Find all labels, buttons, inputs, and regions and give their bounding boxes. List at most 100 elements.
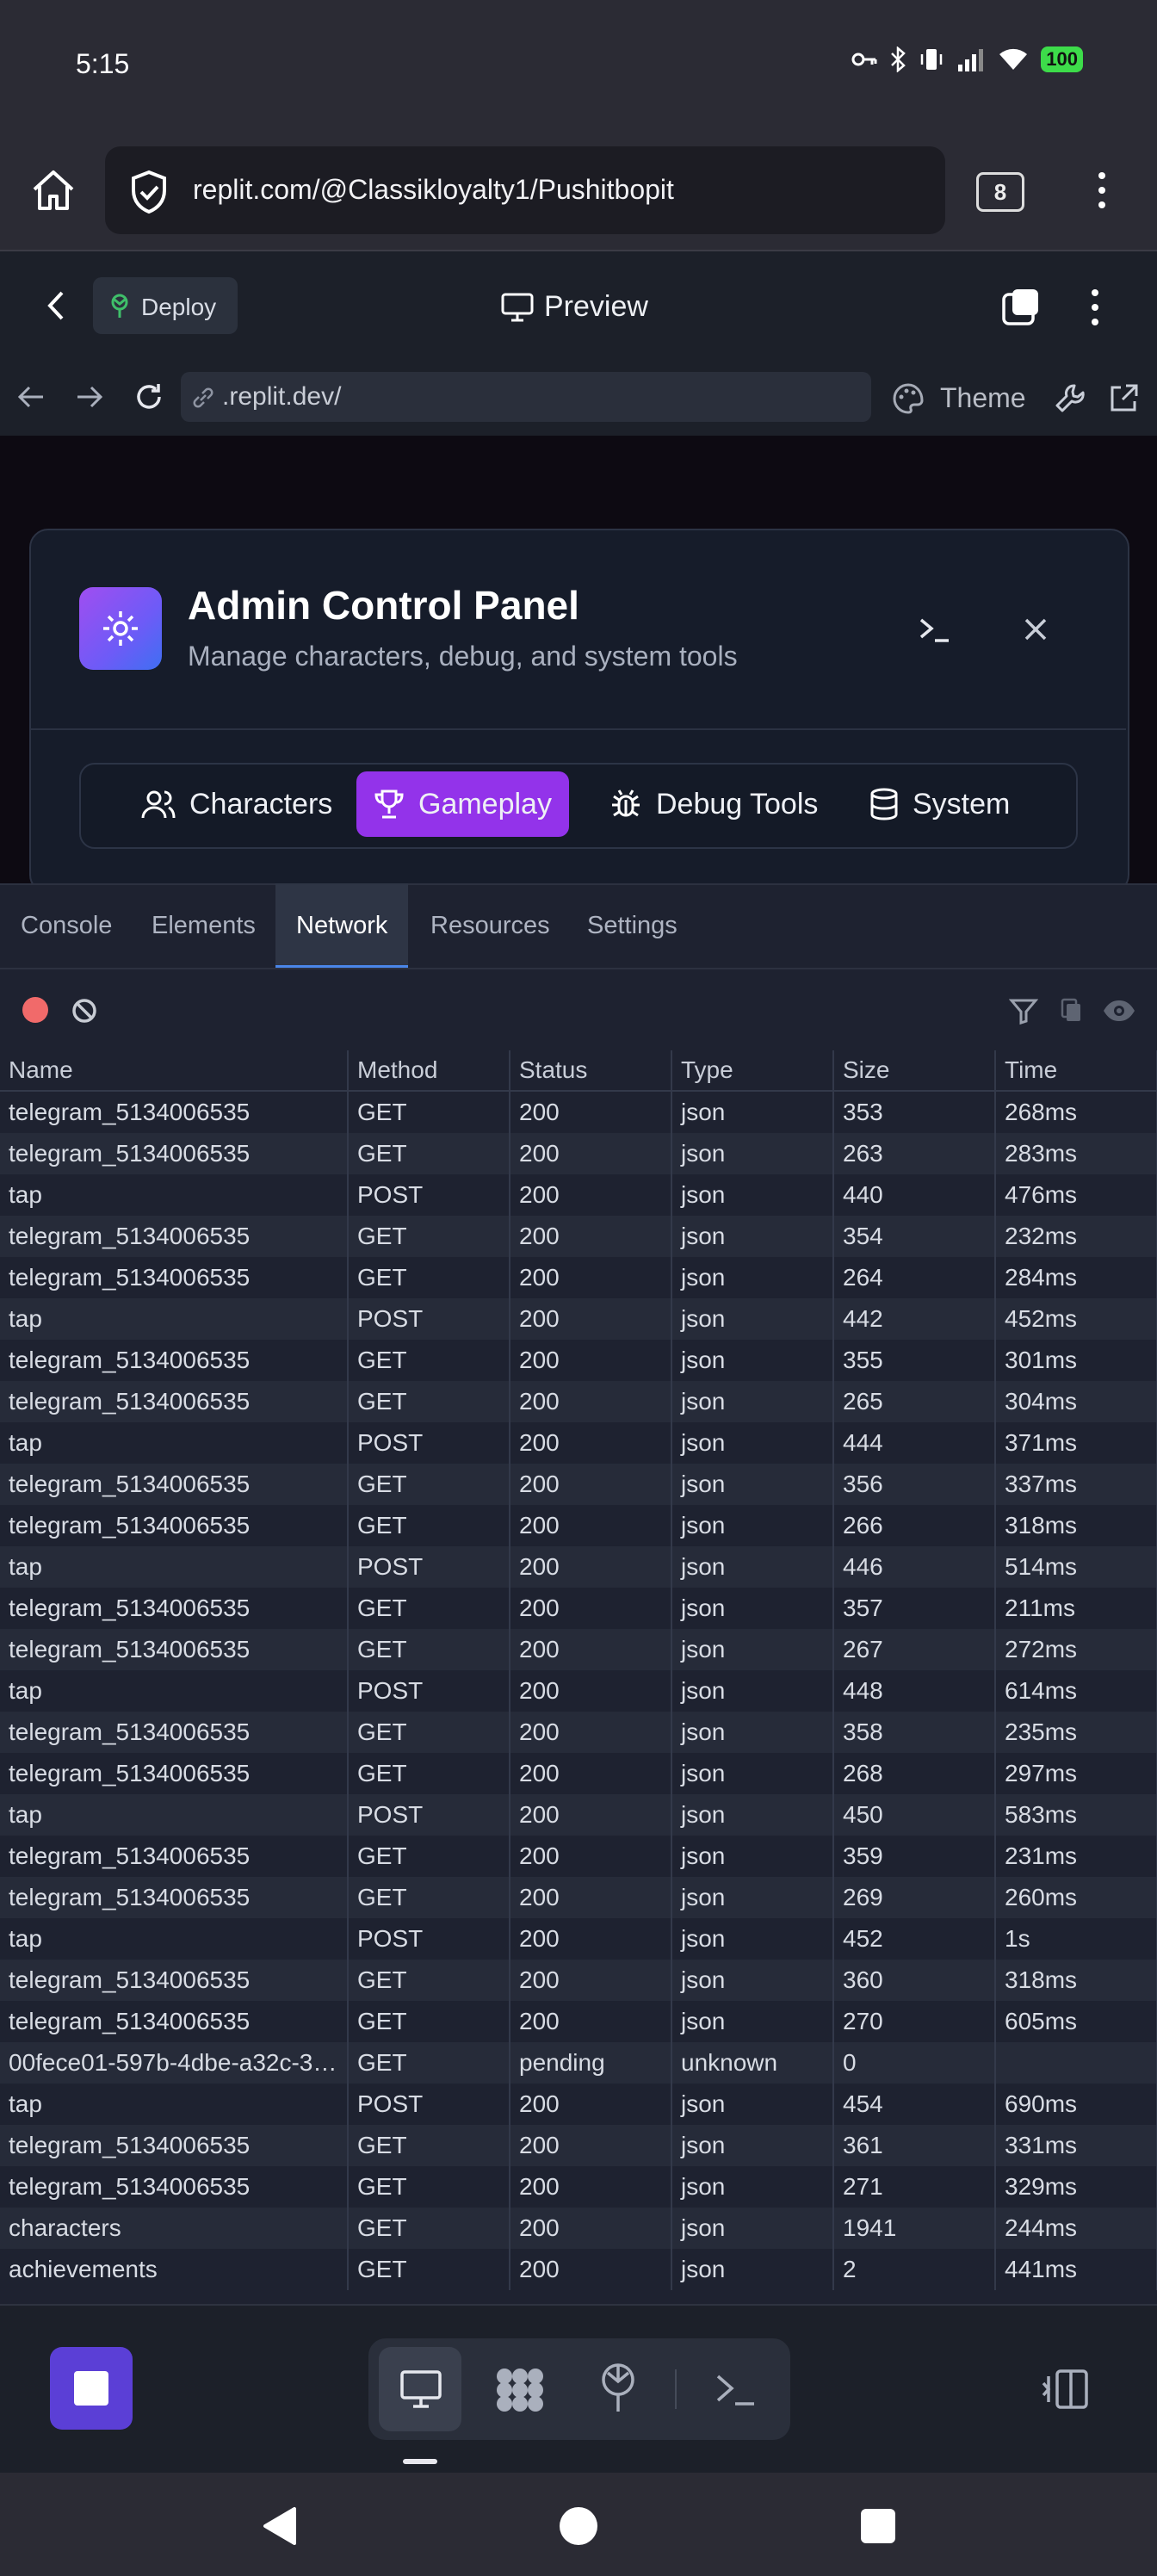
signal-icon bbox=[958, 49, 984, 71]
cell-size: 359 bbox=[833, 1836, 996, 1877]
wrench-icon[interactable] bbox=[1054, 382, 1086, 415]
table-row[interactable]: tap POST 200 json 454 690ms bbox=[0, 2084, 1157, 2125]
cell-method: GET bbox=[348, 2125, 510, 2166]
cell-status: 200 bbox=[510, 1174, 672, 1216]
table-row[interactable]: tap POST 200 json 446 514ms bbox=[0, 1546, 1157, 1588]
cell-method: GET bbox=[348, 1133, 510, 1174]
home-icon[interactable] bbox=[29, 167, 77, 214]
cell-type: json bbox=[671, 1794, 834, 1836]
table-row[interactable]: telegram_5134006535 GET 200 json 361 331ms bbox=[0, 2125, 1157, 2166]
table-row[interactable]: tap POST 200 json 442 452ms bbox=[0, 1298, 1157, 1340]
cell-method: POST bbox=[348, 1670, 510, 1712]
cell-time: 337ms bbox=[995, 1464, 1157, 1505]
replit-menu-icon[interactable] bbox=[1086, 286, 1104, 329]
record-button[interactable] bbox=[22, 997, 48, 1023]
table-row[interactable]: tap POST 200 json 440 476ms bbox=[0, 1174, 1157, 1216]
table-row[interactable]: telegram_5134006535 GET 200 json 267 272ms bbox=[0, 1629, 1157, 1670]
table-row[interactable]: telegram_5134006535 GET 200 json 270 605ms bbox=[0, 2001, 1157, 2042]
column-header-size[interactable]: Size bbox=[833, 1050, 996, 1092]
table-row[interactable]: telegram_5134006535 GET 200 json 357 211ms bbox=[0, 1588, 1157, 1629]
table-row[interactable]: telegram_5134006535 GET 200 json 358 235ms bbox=[0, 1712, 1157, 1753]
table-row[interactable]: tap POST 200 json 448 614ms bbox=[0, 1670, 1157, 1712]
cell-size: 266 bbox=[833, 1505, 996, 1546]
window-switch-icon[interactable] bbox=[1000, 286, 1043, 329]
table-row[interactable]: telegram_5134006535 GET 200 json 360 318ms bbox=[0, 1960, 1157, 2001]
table-row[interactable]: telegram_5134006535 GET 200 json 265 304ms bbox=[0, 1381, 1157, 1422]
table-row[interactable]: telegram_5134006535 GET 200 json 355 301ms bbox=[0, 1340, 1157, 1381]
cell-size: 450 bbox=[833, 1794, 996, 1836]
close-icon[interactable] bbox=[1023, 616, 1049, 642]
bug-icon bbox=[612, 790, 640, 817]
table-row[interactable]: 00fece01-597b-4dbe-a32c-3… GET pending unkn… bbox=[0, 2042, 1157, 2084]
devtools-tab-elements[interactable]: Elements bbox=[131, 883, 276, 968]
nav-back-icon[interactable] bbox=[260, 2505, 298, 2547]
shell-icon[interactable] bbox=[715, 2373, 758, 2407]
table-row[interactable]: telegram_5134006535 GET 200 json 271 329ms bbox=[0, 2166, 1157, 2208]
table-row[interactable]: telegram_5134006535 GET 200 json 359 231ms bbox=[0, 1836, 1157, 1877]
column-header-time[interactable]: Time bbox=[995, 1050, 1157, 1092]
table-row[interactable]: telegram_5134006535 GET 200 json 268 297ms bbox=[0, 1753, 1157, 1794]
cell-method: GET bbox=[348, 1464, 510, 1505]
cell-time: 231ms bbox=[995, 1836, 1157, 1877]
table-row[interactable]: characters GET 200 json 1941 244ms bbox=[0, 2208, 1157, 2249]
table-row[interactable]: telegram_5134006535 GET 200 json 356 337ms bbox=[0, 1464, 1157, 1505]
panel-toggle-icon[interactable] bbox=[1040, 2368, 1092, 2411]
tab-debug-tools[interactable]: Debug Tools bbox=[592, 771, 835, 837]
table-row[interactable]: tap POST 200 json 452 1s bbox=[0, 1918, 1157, 1960]
clear-icon[interactable] bbox=[71, 997, 98, 1025]
deploy-label: Deploy bbox=[141, 294, 217, 320]
extensions-icon[interactable] bbox=[494, 2366, 546, 2414]
palette-icon[interactable] bbox=[892, 382, 925, 415]
cell-name: telegram_5134006535 bbox=[0, 2001, 349, 2042]
tab-characters[interactable]: Characters bbox=[124, 771, 350, 837]
column-header-status[interactable]: Status bbox=[510, 1050, 672, 1092]
cell-time: 211ms bbox=[995, 1588, 1157, 1629]
cell-type: json bbox=[671, 1836, 834, 1877]
column-header-type[interactable]: Type bbox=[671, 1050, 834, 1092]
table-row[interactable]: telegram_5134006535 GET 200 json 354 232ms bbox=[0, 1216, 1157, 1257]
tab-gameplay[interactable]: Gameplay bbox=[356, 771, 569, 837]
devtools-tab-network[interactable]: Network bbox=[275, 883, 409, 968]
column-header-name[interactable]: Name bbox=[0, 1050, 349, 1092]
cell-size: 263 bbox=[833, 1133, 996, 1174]
cell-name: tap bbox=[0, 2084, 349, 2125]
table-row[interactable]: achievements GET 200 json 2 441ms bbox=[0, 2249, 1157, 2290]
column-header-method[interactable]: Method bbox=[348, 1050, 510, 1092]
stop-square-icon bbox=[74, 2371, 108, 2406]
cell-method: POST bbox=[348, 1546, 510, 1588]
table-row[interactable]: telegram_5134006535 GET 200 json 269 260ms bbox=[0, 1877, 1157, 1918]
back-arrow-icon[interactable] bbox=[15, 384, 46, 410]
cell-time: 318ms bbox=[995, 1505, 1157, 1546]
url-text[interactable]: replit.com/@Classikloyalty1/Pushitbopit bbox=[193, 174, 674, 206]
forward-arrow-icon[interactable] bbox=[74, 384, 105, 410]
tab-label: Characters bbox=[189, 787, 333, 820]
nav-home-icon[interactable] bbox=[560, 2507, 597, 2545]
preview-url-text[interactable]: .replit.dev/ bbox=[222, 382, 341, 412]
devtools-tab-console[interactable]: Console bbox=[0, 883, 133, 968]
tab-switcher-button[interactable]: 8 bbox=[976, 172, 1024, 212]
cell-name: telegram_5134006535 bbox=[0, 1588, 349, 1629]
table-row[interactable]: tap POST 200 json 444 371ms bbox=[0, 1422, 1157, 1464]
table-row[interactable]: telegram_5134006535 GET 200 json 264 284ms bbox=[0, 1257, 1157, 1298]
back-chevron-icon[interactable] bbox=[45, 289, 69, 322]
eye-icon[interactable] bbox=[1102, 999, 1136, 1023]
reload-icon[interactable] bbox=[133, 381, 165, 413]
copy-icon[interactable] bbox=[1059, 997, 1085, 1025]
terminal-icon[interactable] bbox=[918, 615, 952, 644]
cell-size: 444 bbox=[833, 1422, 996, 1464]
more-vertical-icon[interactable] bbox=[1093, 169, 1111, 212]
table-row[interactable]: telegram_5134006535 GET 200 json 266 318ms bbox=[0, 1505, 1157, 1546]
theme-button[interactable]: Theme bbox=[940, 382, 1026, 414]
devtools-tab-settings[interactable]: Settings bbox=[566, 883, 698, 968]
table-row[interactable]: tap POST 200 json 450 583ms bbox=[0, 1794, 1157, 1836]
deploy-icon[interactable] bbox=[597, 2362, 639, 2414]
cell-status: 200 bbox=[510, 1836, 672, 1877]
table-row[interactable]: telegram_5134006535 GET 200 json 263 283ms bbox=[0, 1133, 1157, 1174]
nav-recents-icon[interactable] bbox=[861, 2509, 895, 2543]
devtools-tab-resources[interactable]: Resources bbox=[410, 883, 571, 968]
filter-icon[interactable] bbox=[1009, 997, 1038, 1025]
external-link-icon[interactable] bbox=[1107, 382, 1140, 415]
tab-system[interactable]: System bbox=[852, 771, 1027, 837]
cell-status: 200 bbox=[510, 1670, 672, 1712]
table-row[interactable]: telegram_5134006535 GET 200 json 353 268ms bbox=[0, 1091, 1157, 1133]
